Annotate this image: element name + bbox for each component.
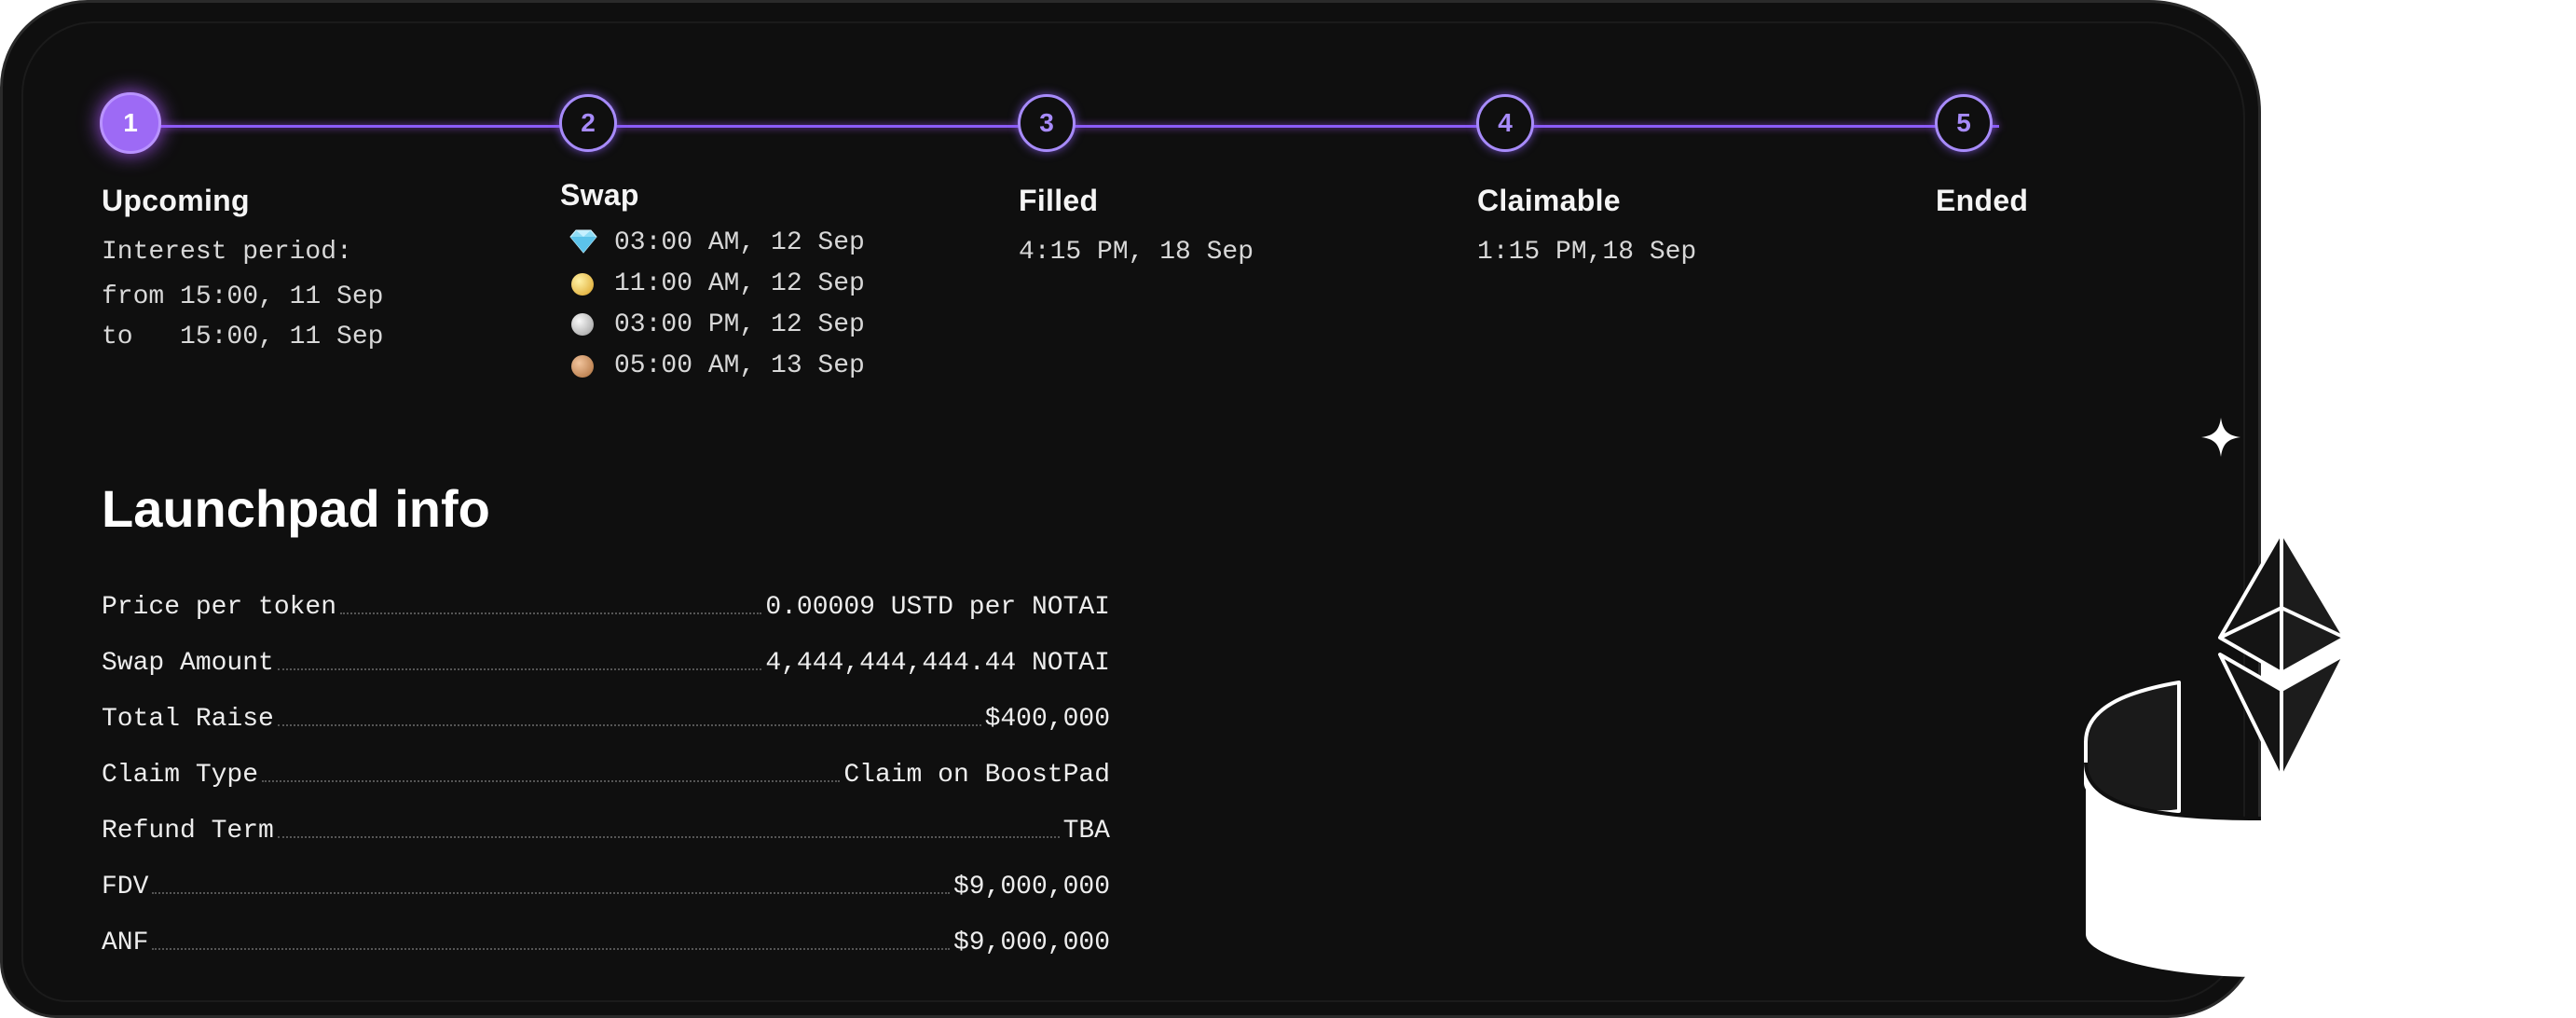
step-dot-1[interactable]: 1	[100, 92, 161, 154]
info-value: 4,444,444,444.44 NOTAI	[765, 649, 1110, 678]
info-row-refund-term: Refund Term TBA	[102, 790, 1110, 846]
info-key: Claim Type	[102, 761, 259, 790]
info-row-fdv: FDV $9,000,000	[102, 846, 1110, 901]
step-dot-3[interactable]: 3	[1018, 94, 1076, 152]
swap-round-gold-time: 11:00 AM, 12 Sep	[614, 269, 865, 298]
dotted-leader	[152, 948, 950, 950]
dotted-leader	[340, 612, 762, 614]
info-value: Claim on BoostPad	[843, 761, 1110, 790]
dotted-leader	[277, 724, 981, 726]
info-row-total-raise: Total Raise $400,000	[102, 678, 1110, 734]
launchpad-info-table: Price per token 0.00009 USTD per NOTAI S…	[102, 566, 1110, 957]
interest-period-label: Interest period:	[102, 238, 352, 267]
info-key: Refund Term	[102, 817, 274, 846]
info-key: Price per token	[102, 593, 337, 622]
ethereum-ribbon-illustration	[2084, 530, 2347, 977]
swap-round-bronze-time: 05:00 AM, 13 Sep	[614, 351, 865, 380]
info-value: 0.00009 USTD per NOTAI	[765, 593, 1110, 622]
step-title-swap: Swap	[560, 178, 639, 212]
swap-round-silver-time: 03:00 PM, 12 Sep	[614, 310, 865, 339]
dotted-leader	[152, 892, 950, 894]
dotted-leader	[277, 836, 1060, 838]
launchpad-info-title: Launchpad info	[102, 479, 490, 538]
swap-round-diamond-time: 03:00 AM, 12 Sep	[614, 228, 865, 257]
step-title-upcoming: Upcoming	[102, 184, 250, 217]
info-value: $9,000,000	[952, 929, 1110, 957]
info-row-claim-type: Claim Type Claim on BoostPad	[102, 734, 1110, 790]
info-key: ANF	[102, 929, 149, 957]
step-title-ended: Ended	[1936, 184, 2029, 217]
launchpad-card: 1 2 3 4 5 Upcoming Swap Filled Claimable…	[0, 0, 2261, 1018]
info-row-swap-amount: Swap Amount 4,444,444,444.44 NOTAI	[102, 622, 1110, 678]
bronze-medal-icon	[571, 355, 594, 378]
step-dot-5[interactable]: 5	[1935, 94, 1993, 152]
step-dot-4[interactable]: 4	[1476, 94, 1534, 152]
info-value: TBA	[1062, 817, 1110, 846]
gold-medal-icon	[571, 273, 594, 296]
stepper-rail	[159, 125, 1999, 128]
info-value: $400,000	[984, 705, 1110, 734]
step-title-claimable: Claimable	[1477, 184, 1621, 217]
dotted-leader	[277, 668, 762, 670]
info-key: Total Raise	[102, 705, 274, 734]
dotted-leader	[262, 780, 841, 782]
interest-period-from: from 15:00, 11 Sep	[102, 282, 384, 311]
step-dot-2[interactable]: 2	[559, 94, 617, 152]
info-row-price: Price per token 0.00009 USTD per NOTAI	[102, 566, 1110, 622]
info-key: Swap Amount	[102, 649, 274, 678]
info-key: FDV	[102, 873, 149, 901]
filled-time: 4:15 PM, 18 Sep	[1019, 238, 1254, 267]
claimable-time: 1:15 PM,18 Sep	[1477, 238, 1697, 267]
step-title-filled: Filled	[1019, 184, 1099, 217]
info-row-anf: ANF $9,000,000	[102, 901, 1110, 957]
interest-period-to: to 15:00, 11 Sep	[102, 323, 384, 351]
progress-stepper: 1 2 3 4 5	[100, 92, 1999, 159]
info-value: $9,000,000	[952, 873, 1110, 901]
diamond-icon	[569, 229, 597, 254]
silver-medal-icon	[571, 313, 594, 336]
